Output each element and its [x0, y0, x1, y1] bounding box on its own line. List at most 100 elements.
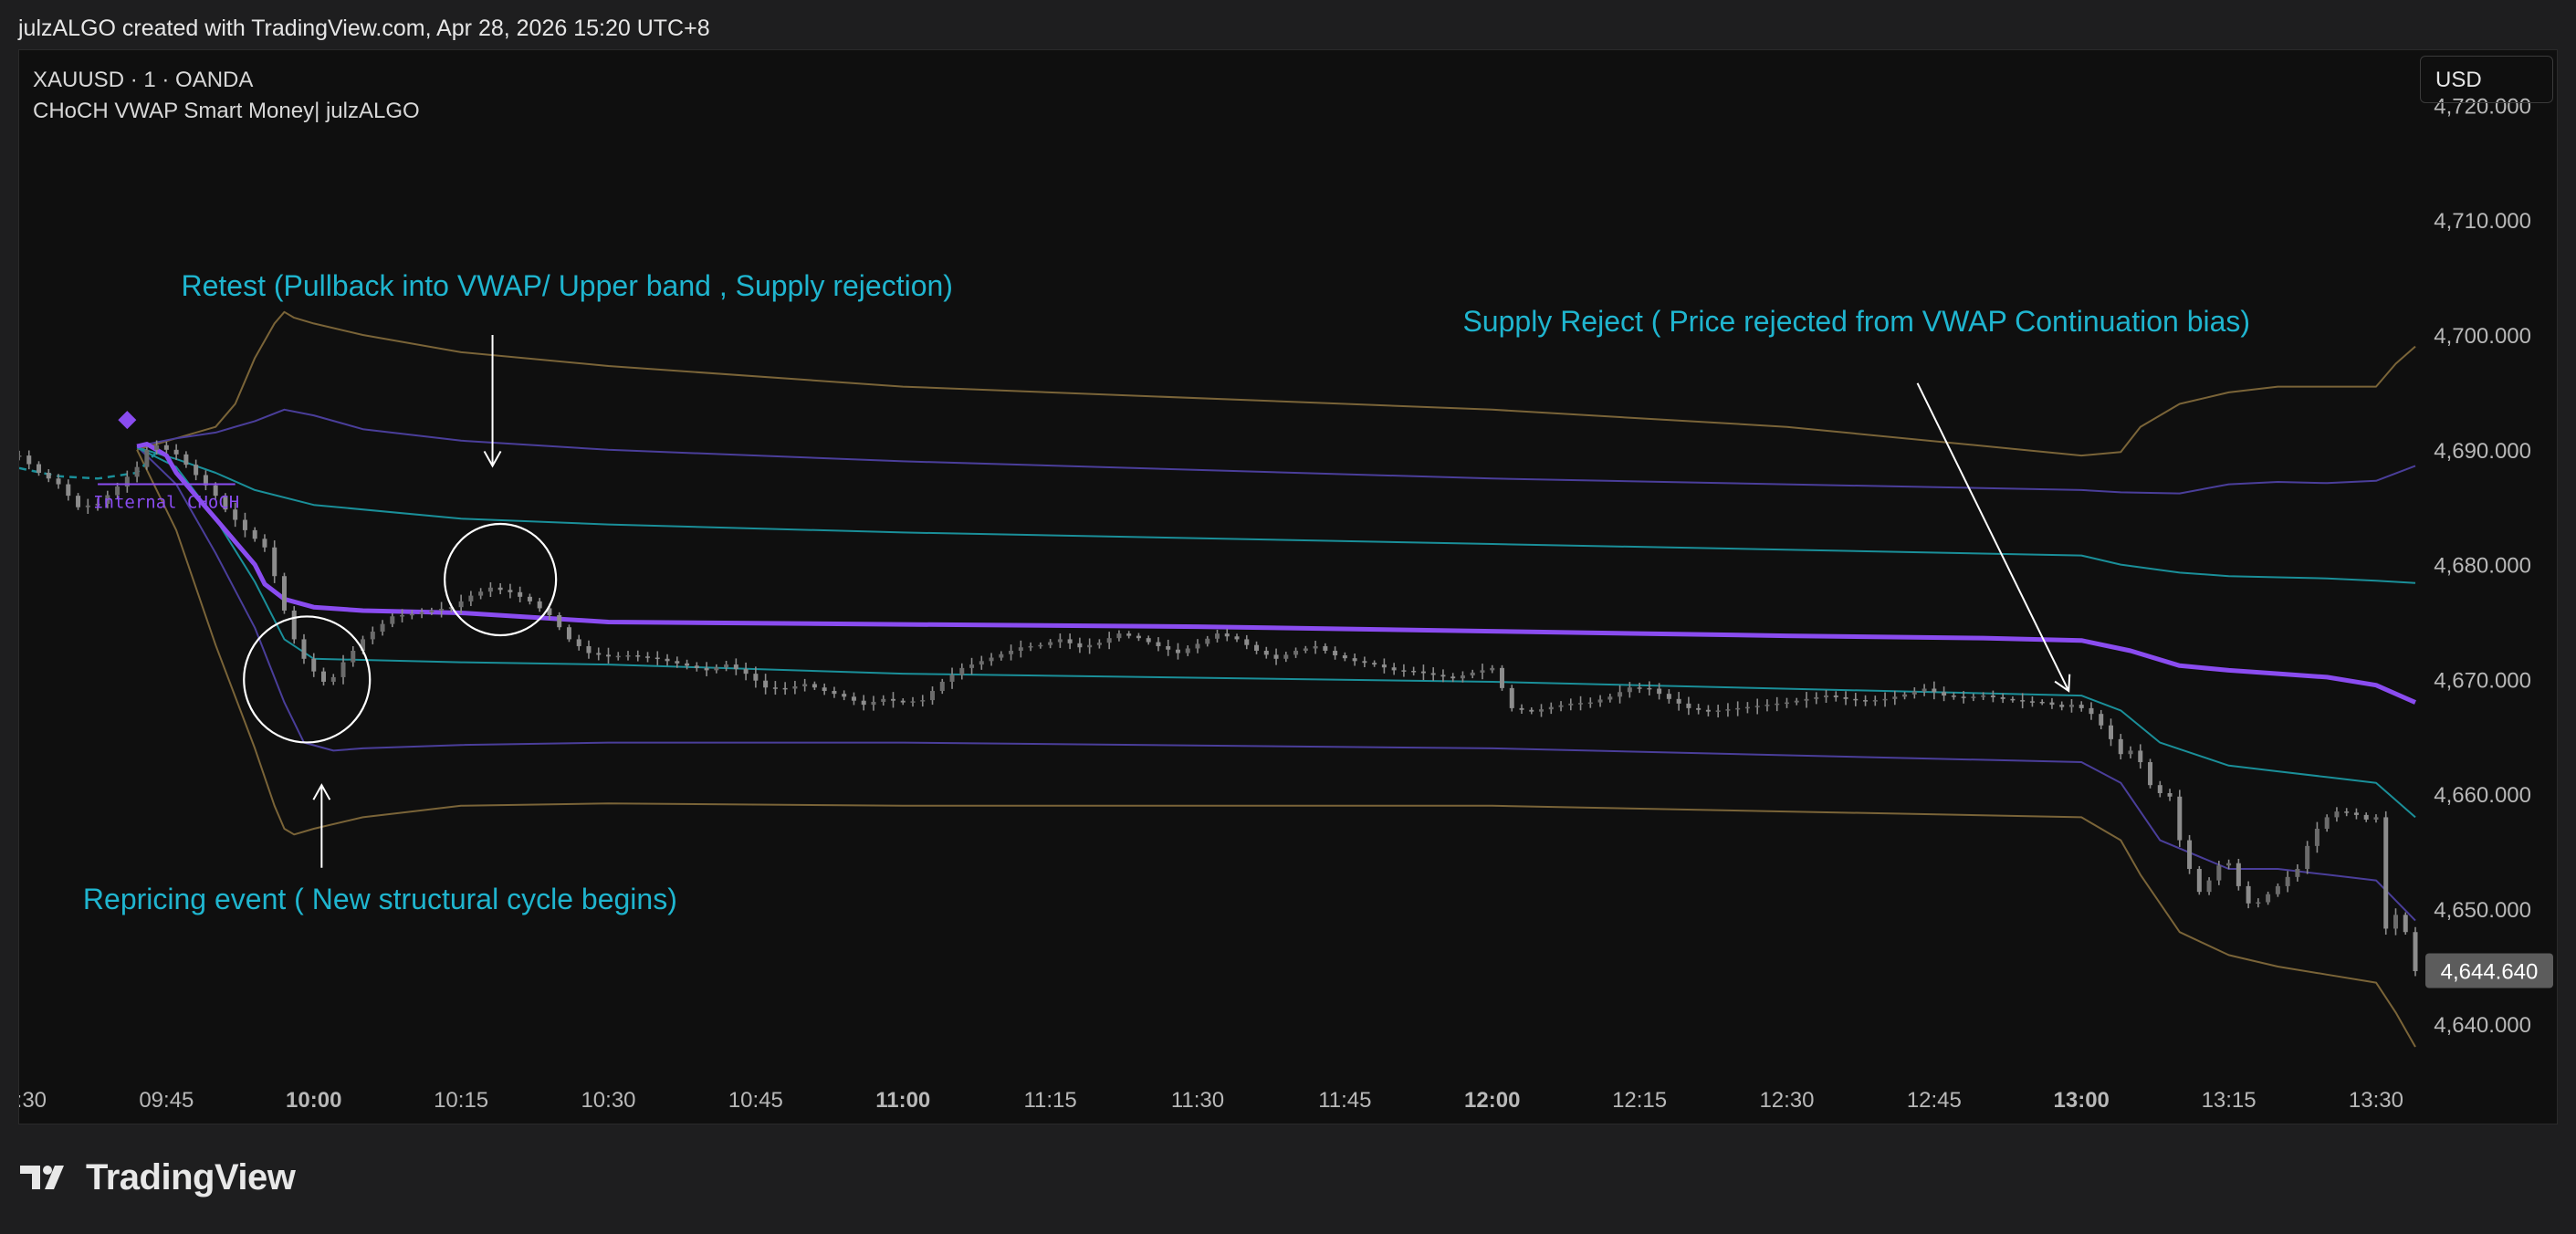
- annotation-text[interactable]: Repricing event ( New structural cycle b…: [83, 883, 677, 915]
- candle-body: [2334, 811, 2340, 818]
- candle-body: [242, 519, 247, 530]
- candle-body: [1647, 687, 1652, 690]
- candle-body: [1863, 700, 1869, 702]
- choch-diamond-marker[interactable]: [118, 411, 137, 430]
- candle-body: [1882, 698, 1888, 701]
- candle-body: [56, 478, 61, 485]
- x-tick-label: 13:30: [2349, 1088, 2403, 1113]
- candle-body: [949, 675, 955, 682]
- chart-legend: XAUUSD · 1 · OANDA CHoCH VWAP Smart Mone…: [33, 65, 420, 127]
- candle-body: [1843, 696, 1848, 699]
- candle-body: [802, 684, 808, 686]
- candle-body: [1784, 702, 1789, 705]
- candle-body: [1273, 654, 1279, 659]
- candle-body: [1195, 643, 1200, 649]
- candle-body: [380, 623, 385, 633]
- candle-body: [1323, 645, 1328, 651]
- candle-body: [782, 687, 788, 690]
- candle-body: [1892, 696, 1898, 699]
- candle-body: [2128, 750, 2133, 755]
- candle-body: [2226, 863, 2232, 866]
- candle-body: [1381, 664, 1387, 668]
- candle-body: [527, 596, 532, 601]
- candle-body: [2246, 885, 2251, 904]
- candle-body: [1342, 655, 1347, 659]
- candle-body: [2305, 845, 2310, 870]
- candle-body: [1499, 667, 1504, 688]
- y-tick-label: 4,660.000: [2434, 783, 2531, 808]
- candle-body: [2099, 714, 2104, 726]
- chart-pane[interactable]: Internal CHoCH Retest (Pullback into VWAP…: [18, 49, 2558, 1124]
- candle-body: [832, 691, 837, 695]
- candle-body: [1794, 700, 1799, 703]
- annotation-text[interactable]: Retest (Pullback into VWAP/ Upper band ,…: [182, 269, 953, 302]
- x-tick-label: 12:15: [1612, 1088, 1667, 1113]
- candle-body: [508, 590, 513, 592]
- candle-body: [1942, 692, 1947, 696]
- x-tick-label: 13:00: [2054, 1088, 2110, 1113]
- candle-body: [743, 669, 749, 675]
- candle-body: [694, 665, 699, 668]
- currency-button[interactable]: USD: [2420, 56, 2553, 103]
- candle-body: [812, 684, 817, 688]
- candle-body: [772, 687, 778, 689]
- supply-reject-arrow[interactable]: [1916, 382, 2071, 693]
- candle-body: [1657, 688, 1662, 695]
- candle-body: [409, 613, 414, 616]
- indicator-line[interactable]: CHoCH VWAP Smart Money| julzALGO: [33, 96, 420, 127]
- candle-body: [586, 645, 592, 654]
- candle-body: [1961, 696, 1966, 698]
- candle-body: [2089, 707, 2094, 715]
- candle-body: [1490, 667, 1495, 671]
- candle-body: [46, 472, 51, 479]
- candle-body: [1430, 673, 1436, 675]
- candle-body: [566, 627, 571, 640]
- candle-body: [792, 685, 798, 689]
- candle-body: [2029, 701, 2035, 703]
- candle-body: [1136, 635, 1141, 639]
- candle-body: [822, 687, 827, 692]
- candle-body: [1548, 706, 1554, 710]
- candle-body: [881, 698, 886, 702]
- x-tick-label: 12:45: [1907, 1088, 1962, 1113]
- symbol-line[interactable]: XAUUSD · 1 · OANDA: [33, 65, 420, 96]
- candle-body: [1057, 639, 1063, 643]
- candle-body: [1067, 639, 1073, 643]
- y-tick-label: 4,690.000: [2434, 439, 2531, 464]
- candle-body: [1401, 670, 1407, 672]
- candle-body: [1254, 644, 1260, 651]
- candle-body: [134, 466, 140, 477]
- price-chart[interactable]: Internal CHoCH Retest (Pullback into VWAP…: [19, 50, 2557, 1124]
- candle-body: [2148, 762, 2153, 786]
- candle-body: [66, 484, 71, 497]
- candle-body: [85, 505, 90, 507]
- candle-body: [400, 614, 405, 617]
- highlight-circle[interactable]: [243, 615, 372, 744]
- band2-lower-line: [136, 445, 2416, 922]
- candle-body: [704, 667, 709, 671]
- candle-body: [959, 667, 965, 675]
- highlight-circle[interactable]: [444, 522, 558, 637]
- candle-body: [1705, 709, 1711, 712]
- candle-body: [1146, 638, 1151, 643]
- candle-body: [311, 658, 317, 672]
- candle-body: [291, 610, 297, 640]
- candle-body: [2108, 725, 2113, 739]
- candle-body: [2393, 915, 2398, 929]
- candle-body: [1096, 643, 1102, 645]
- candle-body: [1558, 705, 1564, 707]
- candle-body: [1224, 633, 1230, 637]
- candle-body: [351, 650, 356, 663]
- candle-body: [753, 674, 759, 681]
- candle-body: [173, 449, 179, 455]
- annotation-text[interactable]: Supply Reject ( Price rejected from VWAP…: [1462, 305, 2250, 338]
- candle-body: [458, 601, 464, 608]
- candle-body: [1618, 692, 1623, 697]
- candle-body: [1833, 695, 1838, 697]
- candle-body: [1411, 671, 1417, 673]
- candle-body: [1116, 633, 1122, 639]
- candle-body: [1156, 642, 1161, 646]
- candle-body: [301, 639, 307, 659]
- candle-body: [1450, 676, 1456, 679]
- candle-body: [2138, 750, 2143, 763]
